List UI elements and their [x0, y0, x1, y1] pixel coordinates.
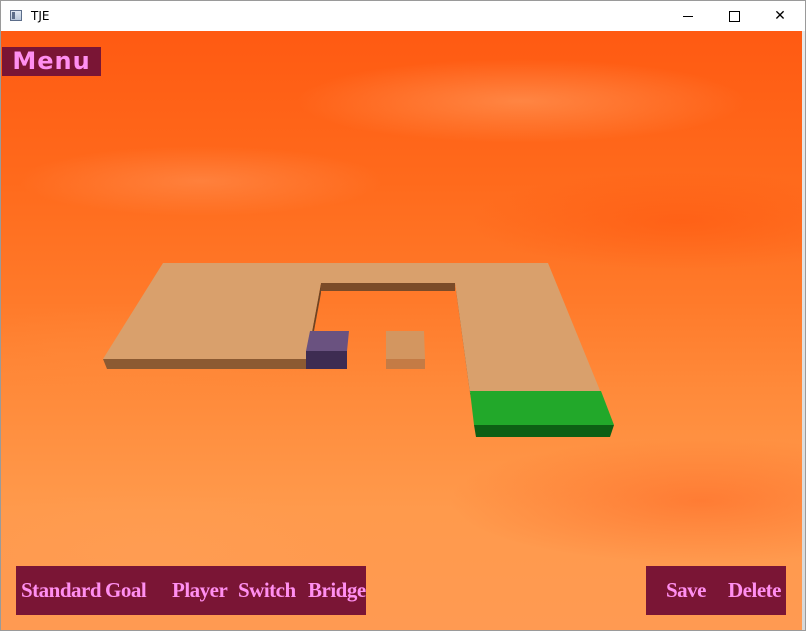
file-toolbar: Save Delete [646, 566, 786, 615]
window-title: TJE [31, 9, 50, 23]
goal-button[interactable]: Goal [105, 566, 147, 615]
platform-notch-shadow [321, 283, 455, 291]
close-button[interactable]: ✕ [757, 1, 803, 31]
bridge-button[interactable]: Bridge [308, 566, 366, 615]
maximize-button[interactable] [711, 1, 757, 31]
floor-platform [103, 263, 601, 403]
player-block [306, 331, 349, 369]
title-bar[interactable]: TJE ✕ [1, 1, 805, 31]
delete-button[interactable]: Delete [728, 566, 781, 615]
goal-tile-side [474, 425, 614, 437]
level-scene [103, 263, 614, 437]
game-viewport[interactable]: Menu Standard Goal Player Switch Bridge … [1, 31, 805, 630]
minimize-button[interactable] [665, 1, 711, 31]
platform-front-left [103, 359, 307, 369]
floor-tile [386, 331, 425, 369]
standard-button[interactable]: Standard [21, 566, 102, 615]
tile-type-toolbar: Standard Goal Player Switch Bridge [16, 566, 366, 615]
goal-tile-top [470, 391, 614, 425]
window-right-edge [802, 31, 805, 630]
game-window: TJE ✕ Menu Standard Goal Player Switch B… [0, 0, 806, 631]
switch-button[interactable]: Switch [238, 566, 296, 615]
player-button[interactable]: Player [172, 566, 228, 615]
maximize-icon [728, 10, 740, 22]
close-icon: ✕ [774, 8, 786, 24]
floor-tile-top [386, 331, 425, 359]
minimize-icon [683, 15, 693, 17]
app-icon [10, 10, 22, 21]
platform-top [103, 263, 601, 393]
player-block-side [306, 351, 347, 369]
goal-tile [470, 391, 614, 437]
menu-button[interactable]: Menu [2, 47, 101, 76]
save-button[interactable]: Save [666, 566, 707, 615]
player-block-top [306, 331, 349, 351]
floor-tile-side [386, 359, 425, 369]
